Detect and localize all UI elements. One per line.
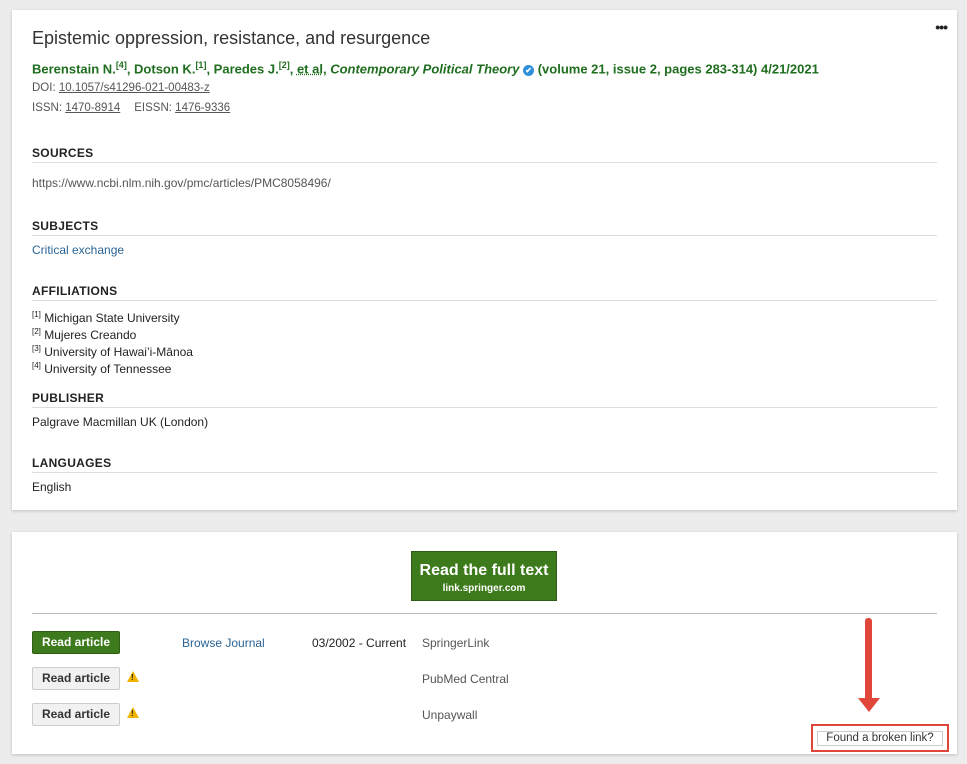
subjects-section: SUBJECTS Critical exchange <box>32 219 937 257</box>
read-article-button[interactable]: Read article <box>32 703 120 726</box>
author-ref: [1] <box>195 60 207 70</box>
author-ref: [2] <box>278 60 290 70</box>
warning-icon[interactable]: ! <box>127 671 139 682</box>
read-full-text-button[interactable]: Read the full text link.springer.com <box>411 551 557 601</box>
provider-name: SpringerLink <box>422 636 490 650</box>
affiliation-item: [2] Mujeres Creando <box>32 327 137 342</box>
doi-line: DOI: 10.1057/s41296-021-00483-z <box>32 82 210 94</box>
journal-link[interactable]: Contemporary Political Theory <box>330 61 519 76</box>
section-heading: AFFILIATIONS <box>32 284 937 301</box>
article-title: Epistemic oppression, resistance, and re… <box>32 28 431 48</box>
article-card: ••• Epistemic oppression, resistance, an… <box>12 10 957 510</box>
volume-info: (volume 21, issue 2, pages 283-314) 4/21… <box>537 61 819 77</box>
access-row: Read article Browse Journal 03/2002 - Cu… <box>32 631 832 655</box>
provider-name: PubMed Central <box>422 672 509 686</box>
affiliations-section: AFFILIATIONS [1] Michigan State Universi… <box>32 284 937 376</box>
divider <box>32 613 937 614</box>
publisher-section: PUBLISHER Palgrave Macmillan UK (London) <box>32 391 937 429</box>
full-text-host: link.springer.com <box>442 583 526 594</box>
languages-section: LANGUAGES English <box>32 456 937 494</box>
browse-journal-link[interactable]: Browse Journal <box>182 636 265 650</box>
doi-label: DOI: <box>32 82 56 94</box>
full-text-label: Read the full text <box>419 562 549 579</box>
verified-check-icon: ✔ <box>523 65 535 77</box>
section-heading: LANGUAGES <box>32 456 937 473</box>
affiliation-item: [4] University of Tennessee <box>32 361 172 376</box>
issn-label: ISSN: <box>32 102 63 114</box>
et-al-link[interactable]: et al <box>297 61 323 76</box>
eissn-link[interactable]: 1476-9336 <box>175 102 230 114</box>
eissn-label: EISSN: <box>134 102 172 114</box>
author-line: Berenstain N.[4], Dotson K.[1], Paredes … <box>32 60 819 77</box>
coverage-range: 03/2002 - Current <box>312 636 407 650</box>
broken-link-highlight: Found a broken link? <box>811 724 949 752</box>
provider-name: Unpaywall <box>422 708 478 722</box>
section-heading: SUBJECTS <box>32 219 937 236</box>
issn-line: ISSN: 1470-8914 EISSN: 1476-9336 <box>32 102 230 114</box>
subject-link[interactable]: Critical exchange <box>32 243 124 257</box>
language-value: English <box>32 480 72 494</box>
affiliation-item: [1] Michigan State University <box>32 310 180 325</box>
found-broken-link-button[interactable]: Found a broken link? <box>817 731 943 746</box>
issn-link[interactable]: 1470-8914 <box>65 102 120 114</box>
affiliation-item: [3] University of Hawai’i-Mānoa <box>32 344 193 359</box>
author-link[interactable]: Berenstain N. <box>32 61 116 76</box>
read-article-button[interactable]: Read article <box>32 667 120 690</box>
access-card: Read the full text link.springer.com Rea… <box>12 532 957 754</box>
section-heading: SOURCES <box>32 146 937 163</box>
read-article-button[interactable]: Read article <box>32 631 120 654</box>
author-ref: [4] <box>115 60 127 70</box>
publisher-name: Palgrave Macmillan UK (London) <box>32 415 209 429</box>
annotation-arrow-shaft <box>865 618 872 702</box>
doi-link[interactable]: 10.1057/s41296-021-00483-z <box>59 82 210 94</box>
warning-icon[interactable]: ! <box>127 707 139 718</box>
annotation-arrow-head-icon <box>858 698 880 712</box>
access-row: Read article ! Unpaywall <box>32 703 832 727</box>
access-row: Read article ! PubMed Central <box>32 667 832 691</box>
section-heading: PUBLISHER <box>32 391 937 408</box>
sources-section: SOURCES https://www.ncbi.nlm.nih.gov/pmc… <box>32 146 937 190</box>
source-url: https://www.ncbi.nlm.nih.gov/pmc/article… <box>32 176 331 190</box>
author-link[interactable]: Paredes J. <box>214 61 279 76</box>
more-options-icon[interactable]: ••• <box>935 20 948 34</box>
author-link[interactable]: Dotson K. <box>134 61 195 76</box>
